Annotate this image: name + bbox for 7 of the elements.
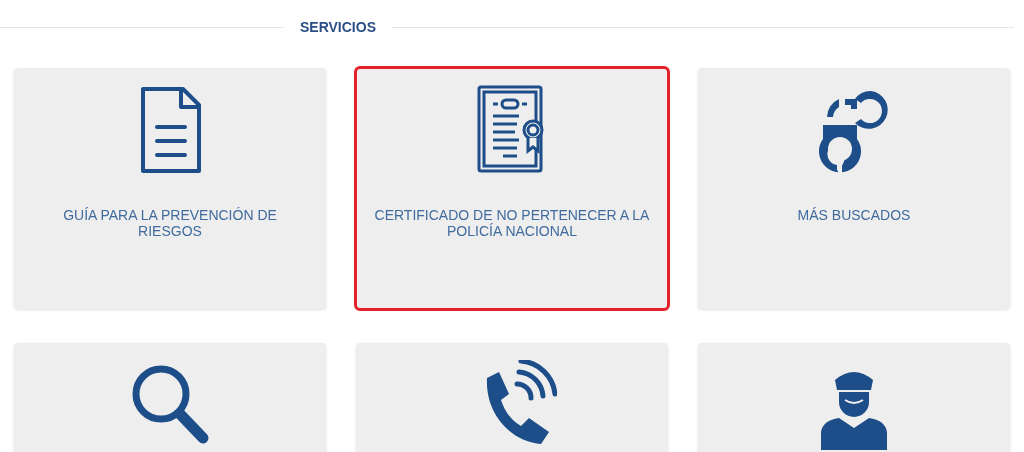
card-label: CERTIFICADO DE NO PERTENECER A LA POLICÍA NACIONAL [373, 207, 651, 239]
service-card[interactable]: CERTIFICADO DE NO PERTENECER A LA POLICÍA NACIONAL [356, 68, 668, 309]
service-card[interactable]: MÁS BUSCADOS [698, 68, 1010, 309]
section-title: SERVICIOS [299, 19, 377, 35]
service-card[interactable]: GUÍA PARA LA PREVENCIÓN DE RIESGOS [14, 68, 326, 309]
card-label: MÁS BUSCADOS [796, 207, 912, 223]
card-label: GUÍA PARA LA PREVENCIÓN DE RIESGOS [62, 207, 278, 239]
